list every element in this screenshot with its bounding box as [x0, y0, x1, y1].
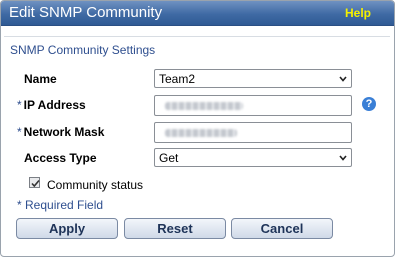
checkmark-icon [31, 179, 40, 188]
required-field-note: * Required Field [17, 198, 104, 212]
ip-address-input[interactable] [154, 95, 352, 116]
cancel-button[interactable]: Cancel [231, 218, 333, 239]
dialog-title: Edit SNMP Community [9, 4, 163, 21]
help-link[interactable]: Help [345, 5, 371, 21]
title-bar: Edit SNMP Community Help [1, 1, 394, 26]
community-status-checkbox[interactable] [29, 177, 40, 188]
name-label: Name [24, 72, 57, 86]
required-mark: * [17, 125, 22, 139]
apply-button[interactable]: Apply [16, 218, 118, 239]
info-icon[interactable]: ? [362, 97, 376, 111]
reset-button[interactable]: Reset [124, 218, 226, 239]
chevron-down-icon [339, 76, 347, 82]
access-type-label: Access Type [24, 151, 97, 165]
community-status-label: Community status [47, 178, 144, 192]
section-title: SNMP Community Settings [10, 43, 156, 57]
required-mark: * [17, 98, 22, 112]
access-type-select-value: Get [159, 151, 179, 165]
name-select[interactable]: Team2 [154, 69, 352, 88]
ip-address-label-text: IP Address [23, 98, 86, 112]
ip-address-label: * IP Address [17, 98, 86, 112]
obscured-ip-value [165, 102, 243, 110]
access-type-select[interactable]: Get [154, 148, 352, 167]
network-mask-label-text: Network Mask [23, 125, 105, 139]
network-mask-input[interactable] [154, 122, 352, 143]
edit-snmp-community-dialog: Edit SNMP Community Help SNMP Community … [0, 0, 395, 257]
chevron-down-icon [339, 155, 347, 161]
network-mask-label: * Network Mask [17, 125, 104, 139]
name-select-value: Team2 [159, 72, 196, 86]
obscured-mask-value [165, 129, 237, 137]
